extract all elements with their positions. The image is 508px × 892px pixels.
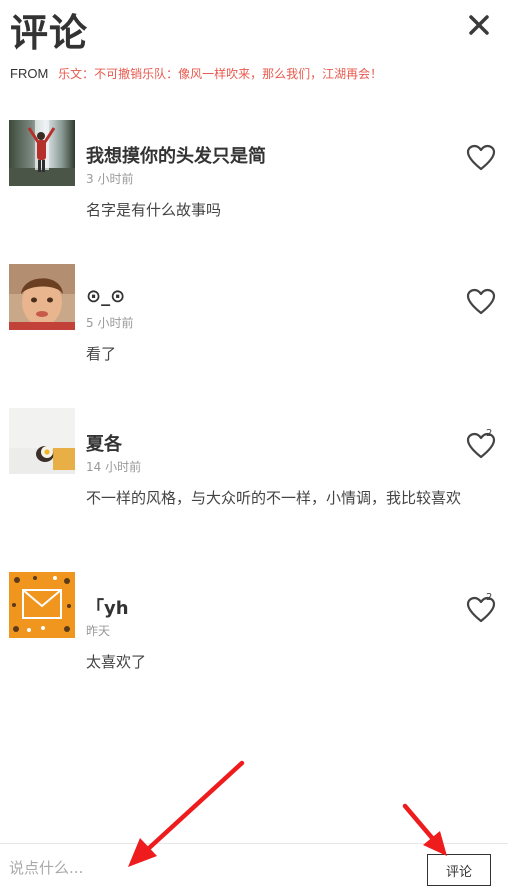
like-count: 2 — [486, 592, 493, 603]
comment-text: 名字是有什么故事吗 — [86, 201, 222, 219]
heart-icon[interactable] — [466, 144, 496, 172]
comment-text: 看了 — [86, 345, 117, 363]
comment-composer: 评论 — [0, 843, 508, 892]
heart-icon[interactable] — [466, 288, 496, 316]
avatar[interactable] — [9, 264, 75, 330]
envelope-illustration — [9, 572, 75, 638]
waterfall-photo — [9, 120, 75, 186]
comment-text: 太喜欢了 — [86, 653, 147, 671]
comment-input[interactable] — [9, 854, 409, 882]
submit-comment-button[interactable]: 评论 — [427, 854, 491, 886]
from-label: FROM — [10, 66, 49, 81]
comment-time: 14 小时前 — [86, 460, 142, 474]
avatar[interactable] — [9, 572, 75, 638]
comment-user[interactable]: 夏各 — [86, 430, 122, 456]
close-icon[interactable] — [466, 12, 492, 38]
comment-user[interactable]: ⊙_⊙ — [86, 286, 125, 307]
page-title: 评论 — [10, 11, 89, 55]
avatar[interactable] — [9, 408, 75, 474]
annotation-overlay — [128, 760, 447, 867]
child-photo — [9, 264, 75, 330]
comment-user[interactable]: 我想摸你的头发只是简 — [86, 142, 266, 168]
avatar[interactable] — [9, 120, 75, 186]
like-count: 2 — [486, 428, 493, 439]
comment-time: 昨天 — [86, 624, 111, 638]
egg-photo — [9, 408, 75, 474]
source-line: FROM 乐文：不可撤销乐队：像风一样吹来，那么我们，江湖再会！ — [10, 66, 382, 82]
comment-time: 5 小时前 — [86, 316, 134, 330]
comment-user[interactable]: 「yh — [86, 594, 129, 620]
source-link[interactable]: 乐文：不可撤销乐队：像风一样吹来，那么我们，江湖再会！ — [58, 67, 382, 81]
comment-time: 3 小时前 — [86, 172, 134, 186]
comment-text: 不一样的风格，与大众听的不一样，小情调，我比较喜欢 — [86, 489, 462, 507]
